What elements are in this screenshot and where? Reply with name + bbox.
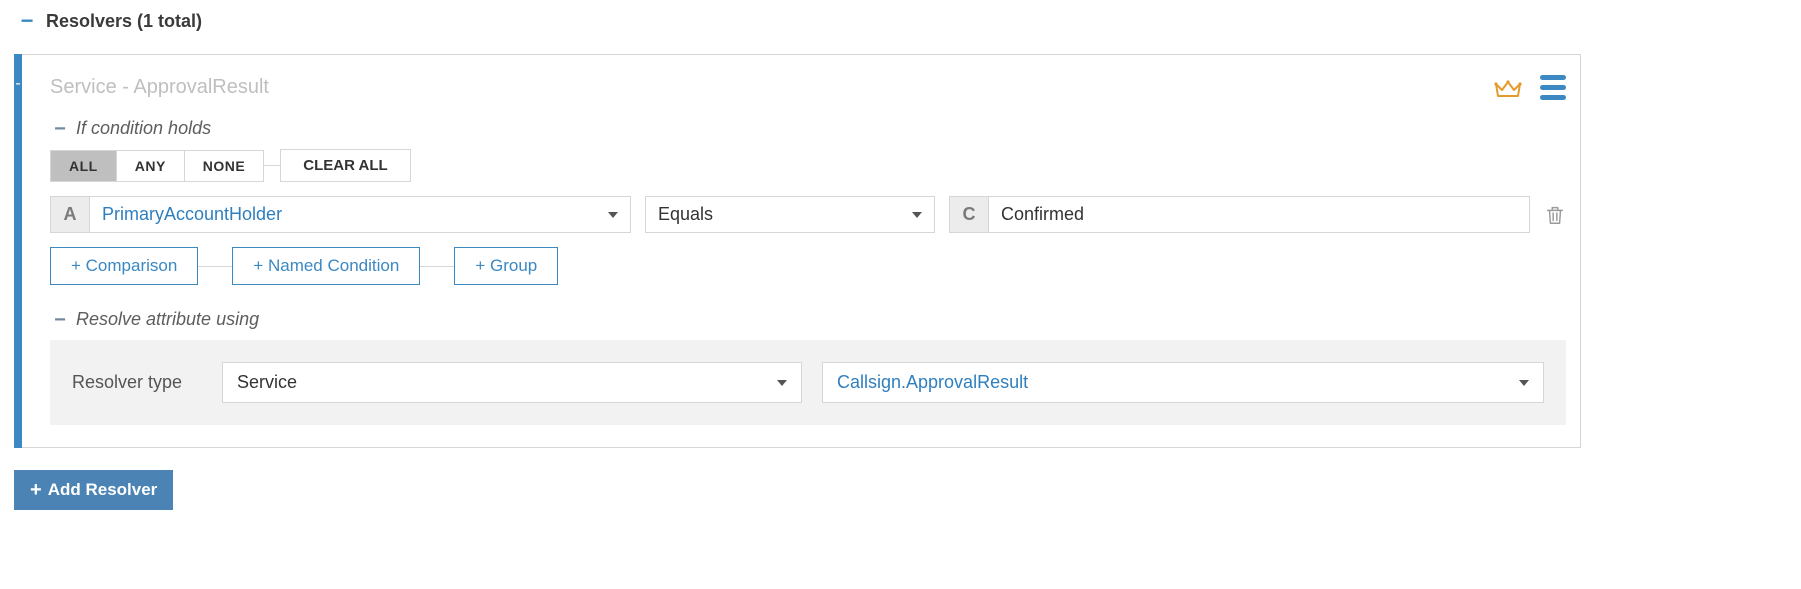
- attr-type-badge: A: [50, 196, 90, 233]
- condition-row: A PrimaryAccountHolder Equals C Confirme…: [50, 196, 1566, 233]
- card-top-icons: [1494, 73, 1566, 102]
- value-group: C Confirmed: [949, 196, 1530, 233]
- logic-all-button[interactable]: ALL: [50, 150, 117, 182]
- add-resolver-button[interactable]: + Add Resolver: [14, 470, 173, 510]
- resolver-target-dropdown[interactable]: Callsign.ApprovalResult: [822, 362, 1544, 403]
- add-named-condition-button[interactable]: + Named Condition: [232, 247, 420, 285]
- add-group-button[interactable]: + Group: [454, 247, 558, 285]
- value-text: Confirmed: [1001, 204, 1084, 225]
- add-condition-row: + Comparison + Named Condition + Group: [50, 247, 1566, 285]
- resolver-card-body: Service - ApprovalResult − If conditi: [22, 54, 1581, 448]
- attribute-value: PrimaryAccountHolder: [102, 204, 282, 225]
- menu-icon[interactable]: [1540, 73, 1566, 102]
- resolver-type-label: Resolver type: [72, 372, 202, 393]
- attribute-group: A PrimaryAccountHolder: [50, 196, 631, 233]
- logic-any-button[interactable]: ANY: [117, 150, 185, 182]
- collapse-resolvers-icon[interactable]: −: [14, 10, 40, 32]
- resolver-card: - Service - ApprovalResult −: [14, 54, 1581, 448]
- condition-header-text: If condition holds: [76, 118, 211, 139]
- value-dropdown[interactable]: Confirmed: [989, 196, 1530, 233]
- resolve-box: Resolver type Service Callsign.ApprovalR…: [50, 340, 1566, 425]
- collapse-condition-icon[interactable]: −: [50, 119, 70, 139]
- logic-segment: ALL ANY NONE: [50, 150, 264, 182]
- value-type-badge: C: [949, 196, 989, 233]
- resolvers-section-header: − Resolvers (1 total): [14, 10, 1581, 32]
- attribute-dropdown[interactable]: PrimaryAccountHolder: [90, 196, 631, 233]
- chevron-down-icon: [777, 380, 787, 386]
- condition-subheader: − If condition holds: [50, 118, 1566, 139]
- collapse-resolve-icon[interactable]: −: [50, 310, 70, 330]
- card-title: Service - ApprovalResult: [50, 76, 269, 99]
- plus-icon: +: [30, 480, 42, 500]
- chevron-down-icon: [912, 212, 922, 218]
- card-collapse-handle[interactable]: -: [14, 54, 22, 448]
- add-comparison-button[interactable]: + Comparison: [50, 247, 198, 285]
- operator-dropdown[interactable]: Equals: [645, 196, 935, 233]
- chevron-down-icon: [608, 212, 618, 218]
- chevron-down-icon: [1519, 380, 1529, 386]
- resolvers-title: Resolvers (1 total): [46, 11, 202, 32]
- resolver-target-value: Callsign.ApprovalResult: [837, 372, 1028, 393]
- resolve-subheader: − Resolve attribute using: [50, 309, 1566, 330]
- connector-line: [420, 266, 454, 267]
- operator-value: Equals: [658, 204, 713, 225]
- logic-none-button[interactable]: NONE: [185, 150, 264, 182]
- resolver-type-value: Service: [237, 372, 297, 393]
- resolver-type-dropdown[interactable]: Service: [222, 362, 802, 403]
- connector-line: [264, 165, 280, 166]
- clear-all-button[interactable]: CLEAR ALL: [280, 149, 410, 182]
- add-resolver-label: Add Resolver: [48, 480, 158, 500]
- crown-icon[interactable]: [1494, 78, 1522, 98]
- logic-row: ALL ANY NONE CLEAR ALL: [50, 149, 1566, 182]
- resolve-header-text: Resolve attribute using: [76, 309, 259, 330]
- connector-line: [198, 266, 232, 267]
- trash-icon[interactable]: [1544, 204, 1566, 226]
- card-top: Service - ApprovalResult: [50, 73, 1566, 102]
